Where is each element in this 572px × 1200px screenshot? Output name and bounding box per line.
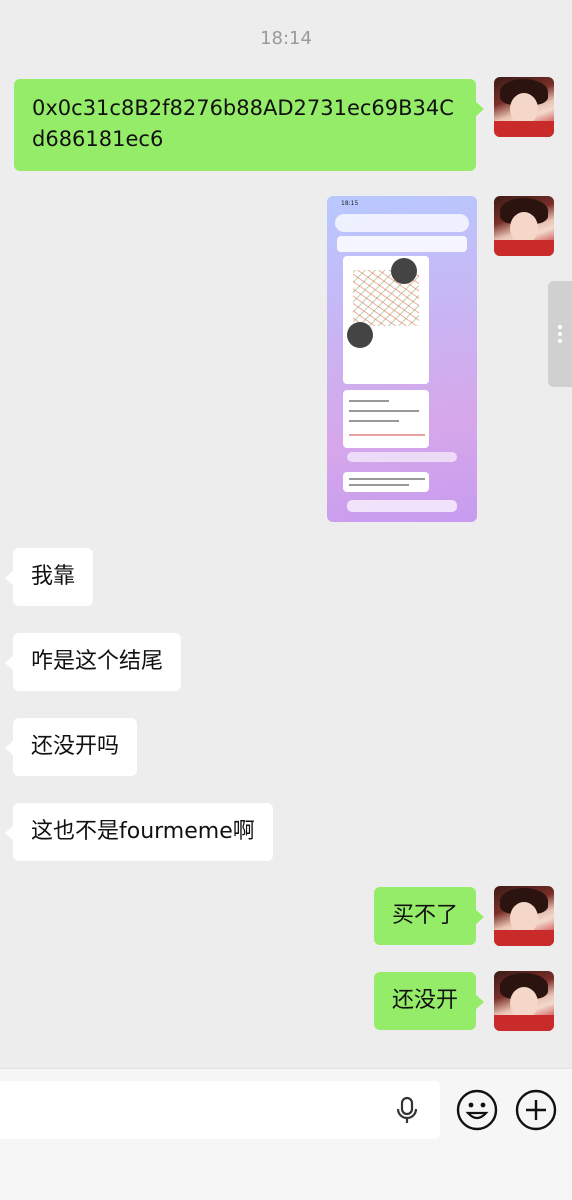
timestamp: 18:14	[260, 28, 312, 49]
message-bubble-me[interactable]: 还没开	[373, 972, 485, 1030]
message-bubble-other[interactable]: 还没开吗	[4, 718, 138, 776]
my-avatar[interactable]	[494, 77, 554, 137]
screenshot-image-message[interactable]: 18:15	[327, 196, 477, 522]
my-avatar[interactable]	[494, 886, 554, 946]
thumb-system-note	[347, 452, 457, 462]
microphone-icon[interactable]	[392, 1095, 422, 1125]
input-bar	[0, 1068, 572, 1200]
thumb-text-card	[343, 390, 429, 448]
thumb-emoji-face	[347, 322, 373, 348]
thumb-restricted-note	[347, 500, 457, 512]
more-dots-icon	[558, 325, 562, 329]
thumb-emoji-face	[391, 258, 417, 284]
message-bubble-me[interactable]: 买不了	[373, 887, 485, 945]
message-bubble-other[interactable]: 这也不是fourmeme啊	[5, 803, 273, 861]
side-handle[interactable]	[548, 281, 572, 387]
my-avatar[interactable]	[494, 196, 554, 256]
thumb-pinned-bar	[337, 236, 467, 252]
message-bubble-other[interactable]: 咋是这个结尾	[4, 633, 182, 691]
thumb-status-time: 18:15	[341, 200, 359, 207]
emoji-icon[interactable]	[456, 1089, 498, 1131]
thumb-chat-header	[335, 214, 469, 232]
message-input[interactable]	[0, 1081, 440, 1139]
thumb-address-card	[343, 472, 429, 492]
plus-icon[interactable]	[515, 1089, 557, 1131]
my-avatar[interactable]	[494, 971, 554, 1031]
message-bubble-other[interactable]: 我靠	[4, 548, 94, 606]
message-bubble-address[interactable]: 0x0c31c8B2f8276b88AD2731ec69B34Cd686181e…	[14, 79, 484, 171]
